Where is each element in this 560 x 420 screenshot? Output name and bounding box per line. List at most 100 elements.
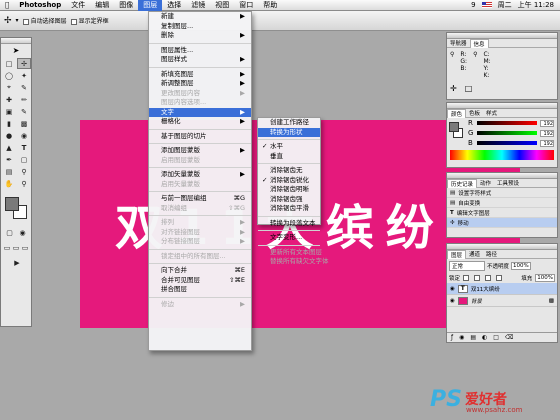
menu-filter[interactable]: 滤镜 bbox=[186, 0, 210, 11]
opacity-field[interactable]: 100% bbox=[511, 262, 531, 270]
menu-view[interactable]: 视图 bbox=[210, 0, 234, 11]
show-bounds-checkbox[interactable]: 显示定界框 bbox=[70, 16, 109, 25]
shape-tool-icon[interactable]: ▢ bbox=[17, 154, 31, 165]
menu-item[interactable]: 添加图层蒙版 ▶ bbox=[149, 146, 251, 156]
menu-item[interactable]: 栅格化 ▶ bbox=[149, 117, 251, 127]
menu-item[interactable]: 合并可见图层 ⇧⌘E bbox=[149, 276, 251, 286]
clock-time[interactable]: 上午 11:28 bbox=[518, 0, 554, 10]
magic-wand-icon[interactable]: ✦ bbox=[17, 70, 31, 81]
menu-item[interactable]: 新填充图层 ▶ bbox=[149, 70, 251, 80]
history-row[interactable]: ▤ 自由变换 bbox=[447, 198, 557, 208]
menu-item[interactable]: 拼合图层 bbox=[149, 285, 251, 295]
dodge-tool-icon[interactable]: ◉ bbox=[17, 130, 31, 141]
feather-icon[interactable]: ➤ bbox=[1, 44, 31, 56]
layer-style-icon[interactable]: ƒ bbox=[451, 334, 453, 341]
eye-icon[interactable]: ◉ bbox=[450, 286, 455, 292]
eye-icon[interactable]: ◉ bbox=[450, 298, 455, 304]
menu-select[interactable]: 选择 bbox=[162, 0, 186, 11]
menu-item[interactable]: 消除锯齿平滑 bbox=[258, 204, 320, 214]
brush-tool-icon[interactable]: ✏ bbox=[17, 94, 31, 105]
apple-icon[interactable]:  bbox=[0, 0, 14, 11]
menu-item[interactable]: 转换为形状 bbox=[258, 127, 320, 137]
lasso-tool-icon[interactable]: ◯ bbox=[2, 70, 16, 81]
color-ramp[interactable] bbox=[450, 150, 554, 160]
new-layer-icon[interactable]: □ bbox=[493, 334, 499, 341]
foreground-color-swatch[interactable] bbox=[5, 197, 19, 211]
screen-mode-full-icon[interactable]: ▭ bbox=[21, 242, 29, 253]
hand-tool-icon[interactable]: ✋ bbox=[2, 178, 16, 189]
menu-item[interactable]: 文字变形... bbox=[258, 233, 320, 243]
menu-item[interactable]: 基于图层的切片 bbox=[149, 132, 251, 142]
green-slider[interactable]: G 192 bbox=[465, 128, 557, 138]
eraser-tool-icon[interactable]: ▮ bbox=[2, 118, 16, 129]
tab-info[interactable]: 信息 bbox=[469, 38, 489, 48]
gradient-tool-icon[interactable]: ▩ bbox=[17, 118, 31, 129]
red-slider[interactable]: R 192 bbox=[465, 118, 557, 128]
menu-edit[interactable]: 编辑 bbox=[90, 0, 114, 11]
foreground-color-swatch[interactable] bbox=[449, 122, 459, 132]
screen-mode-standard-icon[interactable]: ▭ bbox=[3, 242, 11, 253]
menu-layer[interactable]: 图层 bbox=[138, 0, 163, 11]
menu-item[interactable]: 新调整图层 ▶ bbox=[149, 79, 251, 89]
menu-item[interactable]: 复制图层... bbox=[149, 22, 251, 32]
menu-window[interactable]: 窗口 bbox=[234, 0, 258, 11]
crop-tool-icon[interactable]: ⌖ bbox=[2, 82, 16, 93]
tab-swatches[interactable]: 色板 bbox=[466, 109, 483, 117]
menu-help[interactable]: 帮助 bbox=[258, 0, 282, 11]
mask-icon[interactable]: ◉ bbox=[459, 334, 464, 341]
menu-item[interactable]: 转换为段落文本 bbox=[258, 219, 320, 229]
menu-item[interactable]: 与前一图层编组 ⌘G bbox=[149, 194, 251, 204]
status-badge[interactable]: 9 bbox=[471, 1, 475, 9]
slice-tool-icon[interactable]: ✎ bbox=[17, 82, 31, 93]
menu-item[interactable]: 新建 ▶ bbox=[149, 12, 251, 22]
menu-item[interactable]: 垂直 bbox=[258, 152, 320, 162]
menu-item[interactable]: 向下合并 ⌘E bbox=[149, 266, 251, 276]
menu-item[interactable]: 图层样式 ▶ bbox=[149, 55, 251, 65]
layer-row[interactable]: ◉ T 双11大缤纷 bbox=[447, 283, 557, 295]
flag-icon[interactable] bbox=[481, 2, 492, 8]
menu-item[interactable]: 添加矢量蒙版 ▶ bbox=[149, 170, 251, 180]
layer-row[interactable]: ◉ 背景 ▩ bbox=[447, 295, 557, 307]
lock-transparency-checkbox[interactable] bbox=[463, 275, 470, 281]
blend-mode-select[interactable]: 正常 bbox=[449, 261, 485, 271]
jump-to-imageready-icon[interactable]: ▶ bbox=[3, 257, 31, 268]
new-set-icon[interactable]: ▤ bbox=[470, 334, 476, 341]
notes-tool-icon[interactable]: ▤ bbox=[2, 166, 16, 177]
trash-icon[interactable]: ⌫ bbox=[505, 334, 513, 341]
fill-field[interactable]: 100% bbox=[535, 274, 555, 282]
menu-item[interactable]: 消除锯齿强 bbox=[258, 195, 320, 205]
tab-tool-presets[interactable]: 工具预设 bbox=[494, 179, 522, 187]
tab-history[interactable]: 历史记录 bbox=[447, 178, 478, 188]
tab-paths[interactable]: 路径 bbox=[483, 250, 500, 258]
tab-color[interactable]: 颜色 bbox=[447, 108, 467, 118]
menu-item[interactable]: 消除锯齿明晰 bbox=[258, 185, 320, 195]
menu-item[interactable]: 创建工作路径 bbox=[258, 118, 320, 128]
history-row[interactable]: T 编辑文字图层 bbox=[447, 208, 557, 218]
marquee-tool-icon[interactable]: □ bbox=[2, 58, 16, 69]
stamp-tool-icon[interactable]: ▣ bbox=[2, 106, 16, 117]
auto-select-checkbox[interactable]: 自动选择图层 bbox=[22, 16, 67, 25]
move-tool-icon[interactable]: ✢ bbox=[17, 58, 31, 69]
pen-tool-icon[interactable]: ✒ bbox=[2, 154, 16, 165]
type-tool-icon[interactable]: T bbox=[17, 142, 31, 153]
history-brush-icon[interactable]: ✎ bbox=[17, 106, 31, 117]
path-select-icon[interactable]: ▲ bbox=[2, 142, 16, 153]
history-row[interactable]: ✢ 移动 bbox=[447, 218, 557, 228]
eyedropper-icon[interactable]: ⚲ bbox=[17, 166, 31, 177]
screen-mode-full-menu-icon[interactable]: ▭ bbox=[12, 242, 20, 253]
dropdown-arrow-icon[interactable]: ▾ bbox=[16, 17, 19, 24]
menu-item[interactable]: 消除锯齿无 bbox=[258, 166, 320, 176]
menu-item[interactable]: 图层属性... bbox=[149, 46, 251, 56]
tab-actions[interactable]: 动作 bbox=[477, 179, 494, 187]
standard-mode-icon[interactable]: ▢ bbox=[4, 227, 15, 238]
tab-layers[interactable]: 图层 bbox=[447, 249, 467, 259]
lock-image-checkbox[interactable] bbox=[474, 275, 481, 281]
blue-value-field[interactable]: 192 bbox=[540, 139, 554, 147]
tab-channels[interactable]: 通道 bbox=[466, 250, 483, 258]
menu-file[interactable]: 文件 bbox=[66, 0, 90, 11]
healing-brush-icon[interactable]: ✚ bbox=[2, 94, 16, 105]
quick-mask-icon[interactable]: ◉ bbox=[17, 227, 28, 238]
adjustment-icon[interactable]: ◐ bbox=[482, 334, 487, 341]
lock-position-checkbox[interactable] bbox=[485, 275, 492, 281]
move-tool-icon[interactable]: ✢ bbox=[4, 16, 12, 26]
